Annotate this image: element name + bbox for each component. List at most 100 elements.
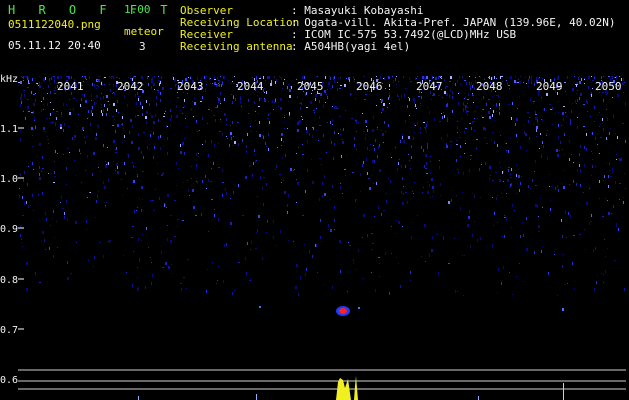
noise-speck xyxy=(224,76,225,79)
noise-speck xyxy=(400,140,401,143)
noise-speck xyxy=(42,168,44,169)
noise-speck xyxy=(549,174,550,175)
noise-speck xyxy=(401,191,402,194)
noise-speck xyxy=(260,176,261,179)
noise-speck xyxy=(496,78,497,79)
noise-speck xyxy=(584,146,585,149)
noise-speck xyxy=(396,76,397,77)
noise-speck xyxy=(315,94,317,97)
noise-speck xyxy=(509,88,510,89)
noise-speck xyxy=(138,98,139,101)
noise-speck xyxy=(321,241,322,242)
noise-speck xyxy=(555,187,556,190)
noise-speck xyxy=(174,236,176,237)
noise-speck xyxy=(152,200,154,201)
noise-speck xyxy=(389,76,390,77)
noise-speck xyxy=(499,103,500,106)
noise-speck xyxy=(128,77,129,78)
noise-speck xyxy=(462,76,463,77)
noise-speck xyxy=(153,132,154,135)
noise-speck xyxy=(604,239,605,240)
noise-speck xyxy=(334,106,335,109)
noise-speck xyxy=(536,126,538,129)
noise-speck xyxy=(523,94,524,95)
noise-speck xyxy=(133,180,135,183)
noise-speck xyxy=(131,141,133,144)
y-tick-label: 0.8 xyxy=(0,275,19,286)
noise-speck xyxy=(464,80,466,81)
noise-speck xyxy=(23,111,24,112)
noise-speck xyxy=(139,258,140,261)
noise-speck xyxy=(34,120,35,121)
noise-speck xyxy=(354,81,355,82)
noise-speck xyxy=(24,171,25,174)
noise-speck xyxy=(122,195,123,196)
noise-speck xyxy=(151,262,152,263)
noise-speck xyxy=(224,244,225,247)
noise-speck xyxy=(506,77,507,78)
y-tick-label: 0.6 xyxy=(0,375,19,386)
noise-speck xyxy=(577,90,578,91)
noise-speck xyxy=(395,78,396,81)
noise-speck xyxy=(367,234,368,237)
noise-speck xyxy=(32,135,33,136)
noise-speck xyxy=(330,77,331,80)
noise-speck xyxy=(572,88,574,91)
noise-speck xyxy=(143,156,144,159)
noise-speck xyxy=(88,110,89,113)
noise-speck xyxy=(606,109,607,110)
noise-speck xyxy=(407,105,408,108)
noise-speck xyxy=(579,234,581,235)
noise-speck xyxy=(456,195,457,196)
noise-speck xyxy=(85,170,86,171)
noise-speck xyxy=(464,157,465,158)
noise-speck xyxy=(235,98,236,101)
noise-speck xyxy=(255,111,256,112)
noise-speck xyxy=(211,199,213,200)
noise-speck xyxy=(41,241,42,242)
noise-speck xyxy=(281,133,283,136)
noise-speck xyxy=(523,281,524,282)
noise-speck xyxy=(66,104,67,105)
noise-speck xyxy=(158,76,159,77)
noise-speck xyxy=(85,100,87,103)
noise-speck xyxy=(451,190,452,191)
noise-speck xyxy=(92,83,93,86)
noise-speck xyxy=(490,108,491,109)
noise-speck xyxy=(46,118,48,119)
noise-speck xyxy=(96,88,97,89)
noise-speck xyxy=(226,243,227,246)
noise-speck xyxy=(569,184,570,185)
noise-speck xyxy=(130,119,132,122)
noise-speck xyxy=(386,200,387,203)
noise-speck xyxy=(232,77,233,78)
noise-speck xyxy=(104,84,105,85)
noise-speck xyxy=(414,101,415,104)
noise-speck xyxy=(366,126,367,127)
noise-speck xyxy=(234,290,236,291)
noise-speck xyxy=(570,119,571,122)
noise-speck xyxy=(607,248,608,249)
noise-speck xyxy=(167,238,168,241)
noise-speck xyxy=(95,217,96,218)
noise-speck xyxy=(580,169,581,170)
noise-speck xyxy=(24,76,25,77)
noise-speck xyxy=(113,92,114,93)
noise-speck xyxy=(463,295,464,296)
noise-speck xyxy=(583,126,585,127)
noise-speck xyxy=(151,282,152,285)
noise-speck xyxy=(601,76,602,79)
noise-speck xyxy=(456,144,458,145)
noise-speck xyxy=(586,148,587,151)
noise-speck xyxy=(127,154,129,155)
noise-speck xyxy=(210,181,212,182)
noise-speck xyxy=(20,138,21,141)
noise-speck xyxy=(389,89,390,90)
noise-speck xyxy=(427,107,428,108)
noise-speck xyxy=(114,119,115,120)
noise-speck xyxy=(493,225,494,226)
noise-speck xyxy=(528,86,529,87)
noise-speck xyxy=(463,105,465,106)
noise-speck xyxy=(250,126,251,127)
noise-speck xyxy=(504,235,505,238)
